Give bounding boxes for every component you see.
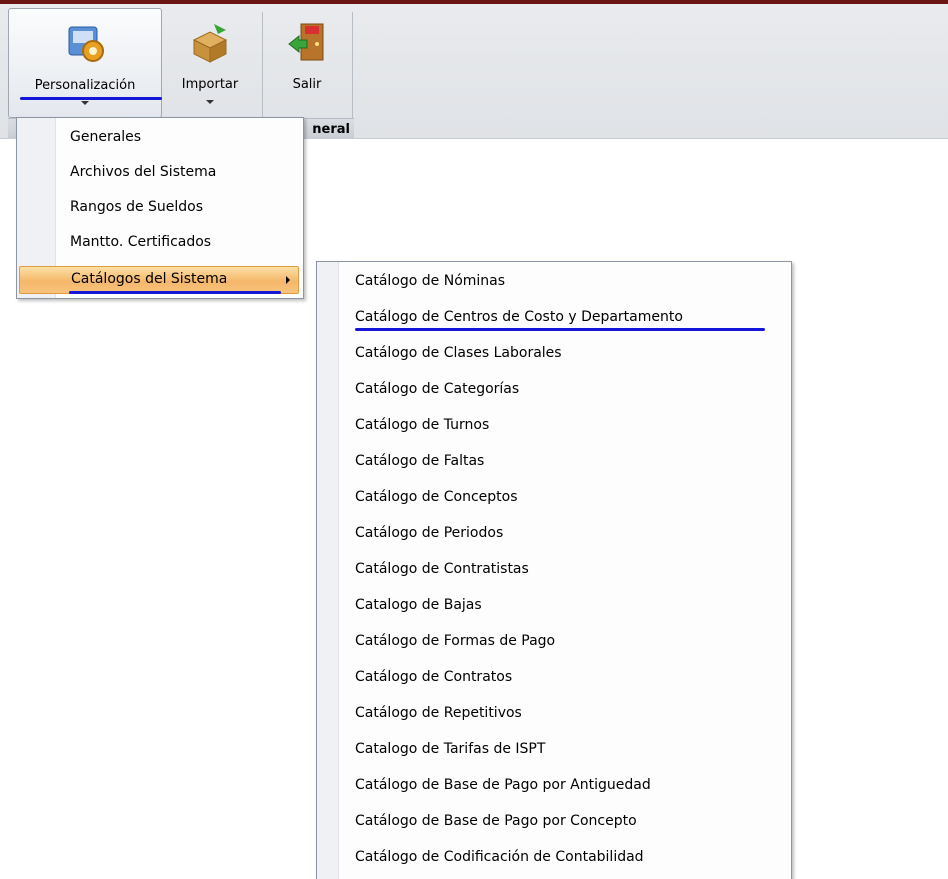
submenu-item-nominas[interactable]: Catálogo de Nóminas [355,273,505,289]
submenu-item-repetitivos[interactable]: Catálogo de Repetitivos [355,705,522,721]
menu-item-rangos-de-sueldos[interactable]: Rangos de Sueldos [70,199,203,215]
submenu-item-turnos[interactable]: Catálogo de Turnos [355,417,489,433]
annotation-underline [355,328,765,331]
submenu-item-contratos[interactable]: Catálogo de Contratos [355,669,512,685]
importar-label: Importar [181,77,239,92]
group-separator [262,12,263,122]
submenu-item-clases-laborales[interactable]: Catálogo de Clases Laborales [355,345,562,361]
submenu-item-codificacion-contabilidad[interactable]: Catálogo de Codificación de Contabilidad [355,849,644,865]
submenu-item-centros-de-costo[interactable]: Catálogo de Centros de Costo y Departame… [355,309,683,325]
dropdown-arrow-icon [206,100,214,104]
menu-item-label: Catálogos del Sistema [71,271,228,287]
submenu-item-base-pago-concepto[interactable]: Catálogo de Base de Pago por Concepto [355,813,637,829]
annotation-underline [69,291,281,294]
gear-disk-icon [68,26,104,62]
menu-item-mantto-certificados[interactable]: Mantto. Certificados [70,234,211,250]
salir-button[interactable]: Salir [268,8,346,118]
dropdown-arrow-icon [81,101,89,105]
menu-gutter [317,262,339,879]
submenu-arrow-icon [286,276,290,284]
menu-item-archivos-del-sistema[interactable]: Archivos del Sistema [70,164,216,180]
submenu-item-formas-de-pago[interactable]: Catálogo de Formas de Pago [355,633,555,649]
submenu-item-contratistas[interactable]: Catálogo de Contratistas [355,561,529,577]
importar-button[interactable]: Importar [168,8,252,118]
menu-item-generales[interactable]: Generales [70,129,141,145]
submenu-item-faltas[interactable]: Catálogo de Faltas [355,453,484,469]
personalizacion-label: Personalización [34,78,136,93]
group-separator [352,12,353,122]
personalizacion-menu: Generales Archivos del Sistema Rangos de… [16,117,304,299]
group-label-text: neral [312,122,350,137]
submenu-item-conceptos[interactable]: Catálogo de Conceptos [355,489,518,505]
submenu-item-base-pago-antiguedad[interactable]: Catálogo de Base de Pago por Antiguedad [355,777,651,793]
submenu-item-periodos[interactable]: Catálogo de Periodos [355,525,503,541]
salir-label: Salir [292,77,322,92]
annotation-underline [20,97,162,100]
catalogos-submenu: Catálogo de Nóminas Catálogo de Centros … [316,261,792,879]
exit-door-icon [288,23,324,61]
import-box-icon [192,24,228,63]
personalizacion-button[interactable]: Personalización [8,8,162,118]
submenu-item-bajas[interactable]: Catalogo de Bajas [355,597,482,613]
submenu-item-tarifas-ispt[interactable]: Catalogo de Tarifas de ISPT [355,741,545,757]
menu-item-catalogos-del-sistema[interactable]: Catálogos del Sistema [19,266,299,294]
submenu-item-categorias[interactable]: Catálogo de Categorías [355,381,519,397]
